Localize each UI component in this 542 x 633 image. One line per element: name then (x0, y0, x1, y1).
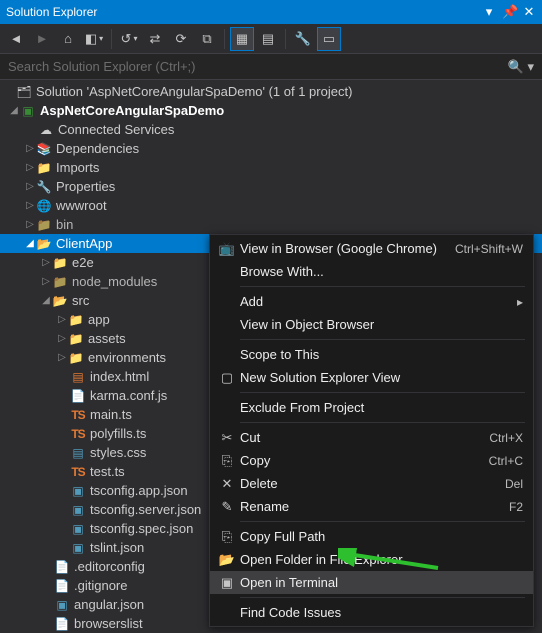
folder-icon: 📁 (36, 160, 52, 176)
menu-view-in-browser[interactable]: 📺View in Browser (Google Chrome)Ctrl+Shi… (210, 237, 533, 260)
toolbar-sep-2 (224, 29, 225, 49)
menu-sep (240, 597, 525, 598)
switch-views-icon[interactable]: ◧ (82, 27, 106, 51)
properties-node[interactable]: ▷🔧Properties (0, 177, 542, 196)
close-icon[interactable]: ✕ (522, 4, 536, 20)
menu-scope[interactable]: Scope to This (210, 343, 533, 366)
copy-icon: ⎘ (214, 453, 240, 469)
folder-icon: 📁 (68, 331, 84, 347)
toolbar-sep-3 (285, 29, 286, 49)
back-icon[interactable]: ◄ (4, 27, 28, 51)
json-icon: ▣ (70, 521, 86, 537)
globe-icon: 🌐 (36, 198, 52, 214)
wrench-icon: 🔧 (36, 179, 52, 195)
bin-node[interactable]: ▷📁bin (0, 215, 542, 234)
toolbar-sep-1 (111, 29, 112, 49)
cloud-icon: ☁ (38, 122, 54, 138)
html-icon: ▤ (70, 369, 86, 385)
forward-icon[interactable]: ► (30, 27, 54, 51)
pending-changes-icon[interactable]: ↺ (117, 27, 141, 51)
browser-icon: 📺 (214, 241, 240, 257)
ts-icon: TS (70, 407, 86, 423)
dropdown-icon[interactable]: ▾ (482, 4, 496, 20)
folder-icon: 📁 (52, 274, 68, 290)
menu-sep (240, 521, 525, 522)
toolbar: ◄ ► ⌂ ◧ ↺ ⇄ ⟳ ⧉ ▦ ▤ 🔧 ▭ (0, 24, 542, 54)
searchbar[interactable]: 🔍 ▾ (0, 54, 542, 80)
menu-add[interactable]: Add▸ (210, 290, 533, 313)
menu-sep (240, 392, 525, 393)
solution-node[interactable]: 🗂Solution 'AspNetCoreAngularSpaDemo' (1 … (0, 82, 542, 101)
dependencies-node[interactable]: ▷📚Dependencies (0, 139, 542, 158)
menu-sep (240, 286, 525, 287)
folder-icon: 📁 (52, 255, 68, 271)
home-icon[interactable]: ⌂ (56, 27, 80, 51)
rename-icon: ✎ (214, 499, 240, 515)
menu-sep (240, 339, 525, 340)
pin-icon[interactable]: 📌 (502, 4, 516, 20)
preview-icon[interactable]: ▤ (256, 27, 280, 51)
menu-new-explorer[interactable]: ▢New Solution Explorer View (210, 366, 533, 389)
folder-icon: 📁 (36, 217, 52, 233)
menu-sep (240, 422, 525, 423)
folder-icon: 📂 (214, 552, 240, 568)
menu-delete[interactable]: ✕DeleteDel (210, 472, 533, 495)
folder-open-icon: 📂 (52, 293, 68, 309)
menu-open-folder[interactable]: 📂Open Folder in File Explorer (210, 548, 533, 571)
copy-path-icon: ⎘ (214, 529, 240, 545)
preview-selected-icon[interactable]: ▭ (317, 27, 341, 51)
connected-services-node[interactable]: ☁Connected Services (0, 120, 542, 139)
search-input[interactable] (8, 59, 508, 74)
solution-icon: 🗂 (16, 84, 32, 100)
menu-open-terminal[interactable]: ▣Open in Terminal (210, 571, 533, 594)
json-icon: ▣ (70, 540, 86, 556)
file-icon: 📄 (54, 578, 70, 594)
context-menu: 📺View in Browser (Google Chrome)Ctrl+Shi… (209, 234, 534, 627)
wwwroot-node[interactable]: ▷🌐wwwroot (0, 196, 542, 215)
submenu-icon: ▸ (517, 295, 523, 309)
window-title: Solution Explorer (6, 5, 97, 19)
menu-exclude[interactable]: Exclude From Project (210, 396, 533, 419)
folder-icon: 📁 (68, 350, 84, 366)
folder-open-icon: 📂 (36, 236, 52, 252)
menu-copy-full-path[interactable]: ⎘Copy Full Path (210, 525, 533, 548)
window-icon: ▢ (214, 370, 240, 386)
json-icon: ▣ (70, 502, 86, 518)
ts-icon: TS (70, 426, 86, 442)
titlebar: Solution Explorer ▾ 📌 ✕ (0, 0, 542, 24)
search-icon[interactable]: 🔍 ▾ (508, 59, 534, 75)
file-icon: 📄 (54, 616, 70, 632)
delete-icon: ✕ (214, 476, 240, 492)
show-all-files-icon[interactable]: ▦ (230, 27, 254, 51)
menu-view-object-browser[interactable]: View in Object Browser (210, 313, 533, 336)
project-icon: ▣ (20, 103, 36, 119)
project-node[interactable]: ◢▣AspNetCoreAngularSpaDemo (0, 101, 542, 120)
menu-browse-with[interactable]: Browse With... (210, 260, 533, 283)
dependencies-icon: 📚 (36, 141, 52, 157)
imports-node[interactable]: ▷📁Imports (0, 158, 542, 177)
js-icon: 📄 (70, 388, 86, 404)
cut-icon: ✂ (214, 430, 240, 446)
window-controls: ▾ 📌 ✕ (482, 4, 536, 20)
json-icon: ▣ (70, 483, 86, 499)
folder-icon: 📁 (68, 312, 84, 328)
sync-icon[interactable]: ⇄ (143, 27, 167, 51)
collapse-all-icon[interactable]: ⧉ (195, 27, 219, 51)
menu-find-code[interactable]: Find Code Issues (210, 601, 533, 624)
menu-cut[interactable]: ✂CutCtrl+X (210, 426, 533, 449)
menu-copy[interactable]: ⎘CopyCtrl+C (210, 449, 533, 472)
menu-rename[interactable]: ✎RenameF2 (210, 495, 533, 518)
ts-icon: TS (70, 464, 86, 480)
css-icon: ▤ (70, 445, 86, 461)
terminal-icon: ▣ (214, 575, 240, 591)
refresh-icon[interactable]: ⟳ (169, 27, 193, 51)
properties-icon[interactable]: 🔧 (291, 27, 315, 51)
file-icon: 📄 (54, 559, 70, 575)
json-icon: ▣ (54, 597, 70, 613)
